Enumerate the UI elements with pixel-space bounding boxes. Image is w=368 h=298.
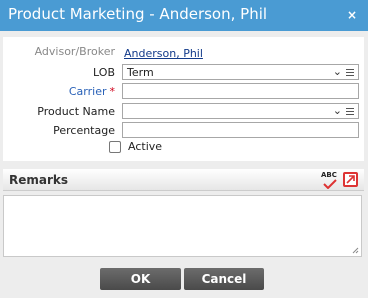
carrier-label-text: Carrier bbox=[68, 85, 107, 98]
spellcheck-icon[interactable]: ABC bbox=[321, 171, 339, 189]
close-icon[interactable]: × bbox=[347, 8, 357, 22]
advisor-link[interactable]: Anderson, Phil bbox=[124, 47, 203, 60]
product-name-label: Product Name bbox=[37, 105, 115, 118]
remarks-textarea[interactable] bbox=[3, 195, 362, 257]
expand-icon[interactable] bbox=[343, 172, 358, 187]
percentage-label: Percentage bbox=[53, 124, 115, 137]
cancel-button[interactable]: Cancel bbox=[184, 268, 264, 290]
lob-value: Term bbox=[127, 66, 154, 79]
list-icon[interactable] bbox=[346, 108, 354, 115]
chevron-down-icon[interactable]: ⌄ bbox=[333, 65, 342, 78]
resize-grip-icon[interactable] bbox=[352, 247, 359, 254]
arrow-out-icon bbox=[346, 175, 355, 184]
advisor-label: Advisor/Broker bbox=[34, 45, 115, 58]
remarks-title: Remarks bbox=[9, 173, 69, 187]
lob-label: LOB bbox=[93, 66, 115, 79]
checkmark-icon bbox=[323, 179, 337, 189]
ok-button[interactable]: OK bbox=[100, 268, 181, 290]
list-icon[interactable] bbox=[346, 69, 354, 76]
lob-select[interactable]: Term ⌄ bbox=[122, 64, 359, 80]
percentage-field[interactable] bbox=[122, 122, 359, 138]
carrier-field[interactable] bbox=[122, 83, 359, 99]
product-form: Advisor/Broker Anderson, Phil LOB Term ⌄… bbox=[3, 37, 364, 161]
carrier-label: Carrier * bbox=[69, 85, 115, 98]
chevron-down-icon[interactable]: ⌄ bbox=[333, 104, 342, 117]
dialog-titlebar: Product Marketing - Anderson, Phil × bbox=[0, 0, 368, 31]
active-label: Active bbox=[128, 140, 163, 153]
spellcheck-text: ABC bbox=[321, 171, 337, 179]
required-mark: * bbox=[109, 85, 116, 98]
dialog-title: Product Marketing - Anderson, Phil bbox=[8, 5, 268, 23]
active-checkbox[interactable] bbox=[109, 141, 121, 153]
remarks-header: Remarks ABC bbox=[3, 169, 364, 191]
product-name-select[interactable]: ⌄ bbox=[122, 103, 359, 119]
